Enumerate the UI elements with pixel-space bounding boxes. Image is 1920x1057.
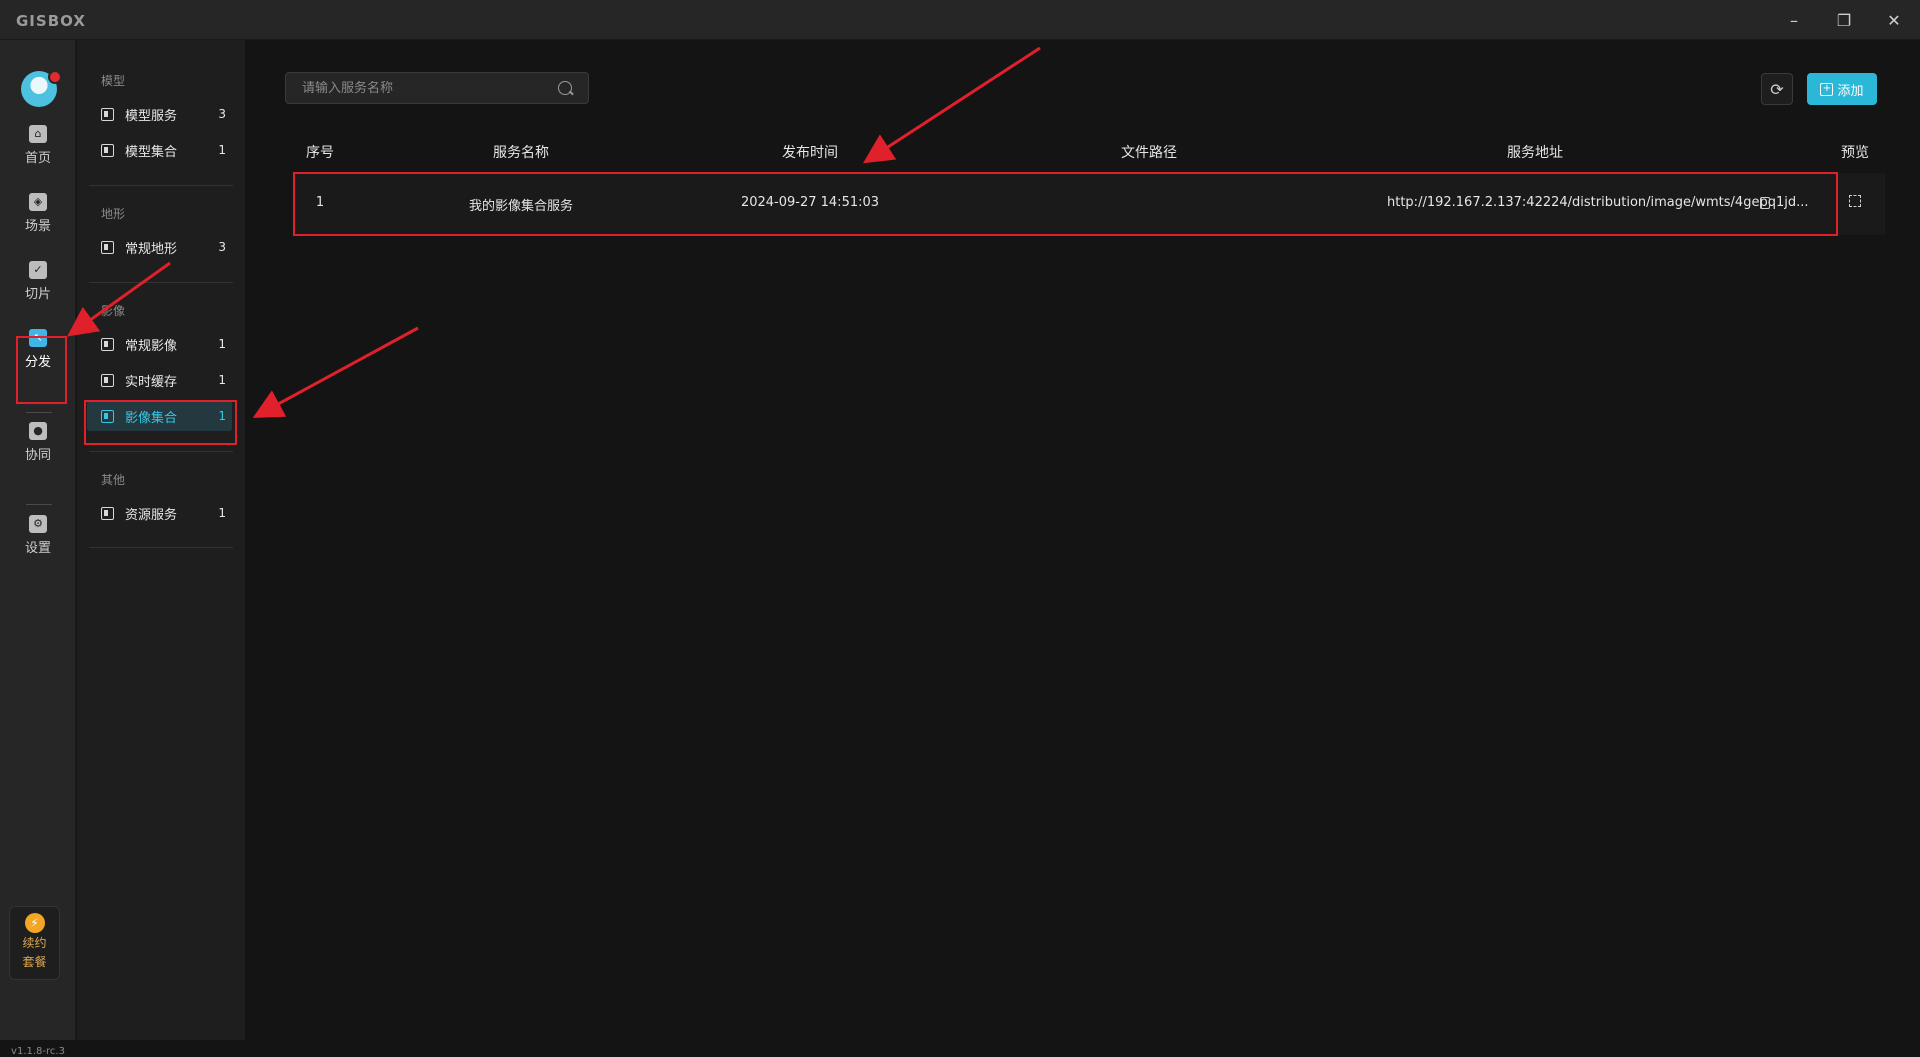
rail-item-settings[interactable]: ⚙ 设置 xyxy=(0,508,76,562)
rail-item-label: 场景 xyxy=(24,218,51,234)
refresh-icon: ⟳ xyxy=(1770,79,1784,99)
nav-item-count: 1 xyxy=(218,143,226,157)
renew-plan-button[interactable]: ⚡ 续约 套餐 xyxy=(9,906,60,980)
nav-item-resource-service[interactable]: 资源服务 1 xyxy=(87,498,232,528)
settings-icon: ⚙ xyxy=(29,514,47,533)
model-icon xyxy=(101,143,114,157)
group-title-model: 模型 xyxy=(101,74,126,88)
nav-item-count: 1 xyxy=(218,506,226,520)
close-window-button[interactable]: ✕ xyxy=(1876,6,1912,34)
annotation-box-distribute xyxy=(16,336,67,404)
nav-item-label: 资源服务 xyxy=(125,507,178,523)
app-logo: GISBOX xyxy=(16,12,86,30)
nav-item-label: 模型集合 xyxy=(125,144,178,160)
search-input[interactable] xyxy=(302,80,558,96)
annotation-box-imagery-collection xyxy=(84,400,237,445)
search-box xyxy=(285,72,589,104)
preview-icon[interactable] xyxy=(1849,195,1861,207)
rail-item-label: 设置 xyxy=(24,540,51,556)
lightning-icon: ⚡ xyxy=(24,913,45,933)
column-header-time: 发布时间 xyxy=(782,145,838,161)
nav-item-imagery[interactable]: 常规影像 1 xyxy=(87,329,232,359)
title-bar: GISBOX – ❐ ✕ xyxy=(0,0,1920,40)
collaborate-icon: ● xyxy=(29,421,47,440)
nav-item-count: 3 xyxy=(218,107,226,121)
rail-item-label: 切片 xyxy=(24,286,51,302)
add-icon: + xyxy=(1820,82,1834,96)
rail-item-label: 协同 xyxy=(24,447,51,463)
group-title-other: 其他 xyxy=(101,473,126,487)
nav-item-count: 3 xyxy=(218,240,226,254)
nav-item-label: 常规影像 xyxy=(125,338,178,354)
table-header: 序号 服务名称 发布时间 文件路径 服务地址 预览 xyxy=(293,142,1885,172)
nav-item-label: 常规地形 xyxy=(125,241,178,257)
nav-divider xyxy=(89,282,233,283)
rail-item-slice[interactable]: ✓ 切片 xyxy=(0,254,76,308)
renew-label-line2: 套餐 xyxy=(22,955,47,969)
nav-divider xyxy=(89,451,233,452)
column-header-path: 文件路径 xyxy=(1121,145,1177,161)
nav-item-count: 1 xyxy=(218,337,226,351)
renew-label-line1: 续约 xyxy=(22,936,47,950)
refresh-button[interactable]: ⟳ xyxy=(1761,73,1793,105)
group-title-terrain: 地形 xyxy=(101,207,126,221)
column-header-index: 序号 xyxy=(306,145,334,161)
search-icon[interactable] xyxy=(558,81,572,95)
nav-item-label: 实时缓存 xyxy=(125,374,178,390)
nav-item-count: 1 xyxy=(218,373,226,387)
imagery-icon xyxy=(101,337,114,351)
nav-item-terrain[interactable]: 常规地形 3 xyxy=(87,232,232,262)
terrain-icon xyxy=(101,240,114,254)
slice-icon: ✓ xyxy=(29,260,47,279)
rail-item-scene[interactable]: ◈ 场景 xyxy=(0,186,76,240)
model-icon xyxy=(101,107,114,121)
version-label: v1.1.8-rc.3 xyxy=(11,1046,65,1057)
column-header-preview: 预览 xyxy=(1841,145,1869,161)
resource-icon xyxy=(101,506,114,520)
nav-item-label: 模型服务 xyxy=(125,108,178,124)
annotation-box-table-row xyxy=(293,172,1838,236)
notification-badge-icon xyxy=(48,70,62,84)
nav-item-realtime-cache[interactable]: 实时缓存 1 xyxy=(87,365,232,395)
rail-item-home[interactable]: ⌂ 首页 xyxy=(0,118,76,172)
add-button-label: 添加 xyxy=(1837,83,1864,99)
nav-item-model-collection[interactable]: 模型集合 1 xyxy=(87,135,232,165)
group-title-imagery: 影像 xyxy=(101,304,126,318)
nav-divider xyxy=(89,547,233,548)
nav-item-model-service[interactable]: 模型服务 3 xyxy=(87,99,232,129)
rail-divider xyxy=(26,412,52,413)
main-rail: ⌂ 首页 ◈ 场景 ✓ 切片 ↖ 分发 ● 协同 ⚙ 设置 ⚡ 续约 套餐 v1… xyxy=(0,40,76,1057)
home-icon: ⌂ xyxy=(29,124,47,143)
column-header-name: 服务名称 xyxy=(493,145,549,161)
add-button[interactable]: + 添加 xyxy=(1807,73,1877,105)
sub-navigation: 模型 模型服务 3 模型集合 1 地形 常规地形 3 影像 常规影像 1 实时缓… xyxy=(77,40,245,1040)
nav-divider xyxy=(89,185,233,186)
minimize-button[interactable]: – xyxy=(1776,6,1812,34)
scene-icon: ◈ xyxy=(29,192,47,211)
rail-item-label: 首页 xyxy=(24,150,51,166)
cache-icon xyxy=(101,373,114,387)
rail-item-collaborate[interactable]: ● 协同 xyxy=(0,415,76,469)
column-header-url: 服务地址 xyxy=(1507,145,1563,161)
maximize-button[interactable]: ❐ xyxy=(1826,6,1862,34)
rail-divider xyxy=(26,504,52,505)
